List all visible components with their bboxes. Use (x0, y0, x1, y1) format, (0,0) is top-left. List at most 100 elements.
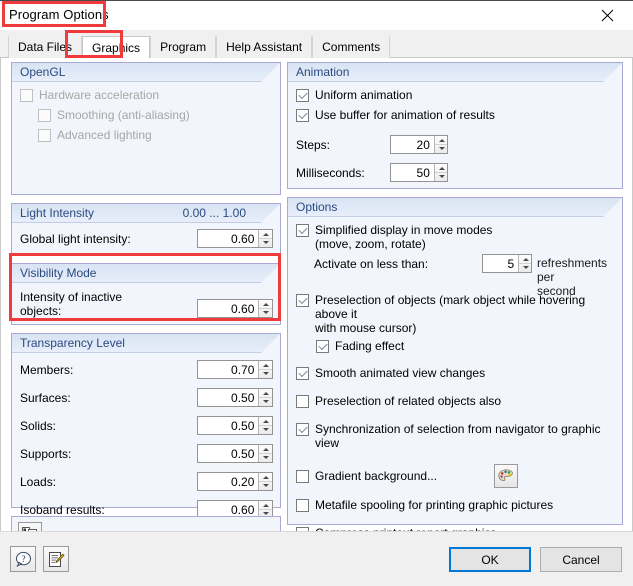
tab-help-assistant[interactable]: Help Assistant (216, 36, 313, 58)
spinner-value[interactable]: 50 (391, 164, 434, 181)
group-visibility-mode-title: Visibility Mode (20, 266, 97, 280)
gradient-background-color-button[interactable] (494, 464, 518, 488)
spinner-arrows[interactable] (258, 473, 272, 490)
activate-suffix: refreshments per second (537, 256, 614, 298)
spinner-up-icon[interactable] (259, 473, 272, 481)
edit-comment-button[interactable] (43, 546, 69, 572)
spinner-value[interactable]: 0.20 (198, 473, 258, 490)
group-visibility-mode: Visibility Mode Intensity of inactive ob… (11, 263, 281, 325)
spinner-arrows[interactable] (258, 300, 272, 317)
spinner-value[interactable]: 0.50 (198, 445, 258, 462)
checkbox-advanced-lighting[interactable]: Advanced lighting (38, 128, 272, 142)
close-button[interactable] (585, 1, 629, 30)
checkbox-preselection-related-objects[interactable]: Preselection of related objects also (296, 394, 614, 408)
group-options-header: Options (288, 198, 622, 217)
checkbox-metafile-spooling[interactable]: Metafile spooling for printing graphic p… (296, 498, 614, 512)
title-bar: Program Options (0, 0, 633, 30)
spinner-global-light-intensity[interactable]: 0.60 (197, 229, 273, 248)
spinner-arrows[interactable] (258, 230, 272, 247)
group-transparency-title: Transparency Level (20, 336, 125, 350)
spinner-up-icon[interactable] (519, 255, 531, 263)
spinner-up-icon[interactable] (435, 136, 447, 144)
checkbox-box (296, 499, 309, 512)
spinner-up-icon[interactable] (259, 230, 272, 238)
spinner-transparency-members[interactable]: 0.70 (197, 360, 273, 379)
spinner-arrows[interactable] (518, 255, 531, 272)
spinner-up-icon[interactable] (259, 389, 272, 397)
spinner-value[interactable]: 20 (391, 136, 434, 153)
spinner-value[interactable]: 0.50 (198, 417, 258, 434)
checkbox-box (296, 395, 309, 408)
tab-graphics[interactable]: Graphics (82, 36, 151, 59)
cancel-button[interactable]: Cancel (540, 547, 622, 572)
spinner-transparency-supports[interactable]: 0.50 (197, 444, 273, 463)
spinner-down-icon[interactable] (259, 481, 272, 490)
spinner-arrows[interactable] (258, 361, 272, 378)
checkbox-box (38, 109, 51, 122)
spinner-arrows[interactable] (258, 417, 272, 434)
checkbox-box (38, 129, 51, 142)
field-label: Intensity of inactive objects: (20, 290, 122, 318)
spinner-arrows[interactable] (258, 389, 272, 406)
spinner-down-icon[interactable] (434, 172, 447, 181)
spinner-down-icon[interactable] (259, 397, 272, 406)
tab-comments[interactable]: Comments (312, 36, 391, 58)
spinner-up-icon[interactable] (259, 501, 272, 509)
spinner-arrows[interactable] (258, 445, 272, 462)
spinner-down-icon[interactable] (259, 369, 272, 378)
checkbox-synchronization-of-selection[interactable]: Synchronization of selection from naviga… (296, 422, 614, 450)
checkbox-label: Gradient background... (315, 469, 438, 483)
checkbox-label: Smooth animated view changes (315, 366, 486, 380)
spinner-down-icon[interactable] (259, 425, 272, 434)
checkbox-smoothing[interactable]: Smoothing (anti-aliasing) (38, 108, 272, 122)
footer-button-group: OK Cancel (449, 547, 622, 572)
checkbox-smooth-animated-view-changes[interactable]: Smooth animated view changes (296, 366, 614, 380)
field-label: Global light intensity: (20, 231, 131, 246)
spinner-up-icon[interactable] (435, 164, 447, 172)
spinner-transparency-surfaces[interactable]: 0.50 (197, 388, 273, 407)
spinner-up-icon[interactable] (259, 445, 272, 453)
field-transparency-supports: Supports: 0.50 (20, 443, 273, 464)
group-options-title: Options (296, 200, 338, 214)
spinner-value[interactable]: 0.50 (198, 389, 258, 406)
group-animation: Animation Uniform animation Use buffer f… (287, 62, 623, 189)
checkbox-simplified-display[interactable]: Simplified display in move modes (move, … (296, 223, 614, 251)
spinner-activate-threshold[interactable]: 5 (482, 254, 532, 273)
spinner-down-icon[interactable] (519, 263, 531, 272)
spinner-arrows[interactable] (433, 164, 447, 181)
spinner-intensity-inactive-objects[interactable]: 0.60 (197, 299, 273, 318)
footer-icon-group: ? (10, 546, 69, 572)
spinner-value[interactable]: 0.60 (198, 230, 258, 247)
checkbox-fading-effect[interactable]: Fading effect (316, 339, 614, 353)
spinner-value[interactable]: 5 (483, 255, 518, 272)
checkbox-preselection-of-objects[interactable]: Preselection of objects (mark object whi… (296, 293, 614, 335)
spinner-transparency-solids[interactable]: 0.50 (197, 416, 273, 435)
help-button[interactable]: ? (10, 546, 36, 572)
spinner-value[interactable]: 0.60 (198, 300, 258, 317)
spinner-value[interactable]: 0.70 (198, 361, 258, 378)
checkbox-hardware-acceleration[interactable]: Hardware acceleration (20, 88, 272, 102)
spinner-up-icon[interactable] (259, 361, 272, 369)
spinner-down-icon[interactable] (259, 308, 272, 317)
spinner-transparency-loads[interactable]: 0.20 (197, 472, 273, 491)
svg-text:?: ? (21, 554, 25, 564)
tab-program[interactable]: Program (150, 36, 217, 58)
spinner-milliseconds[interactable]: 50 (390, 163, 448, 182)
spinner-down-icon[interactable] (259, 453, 272, 462)
checkbox-use-buffer-for-animation[interactable]: Use buffer for animation of results (296, 108, 614, 122)
spinner-up-icon[interactable] (259, 300, 272, 308)
spinner-down-icon[interactable] (434, 144, 447, 153)
spinner-up-icon[interactable] (259, 417, 272, 425)
ok-button[interactable]: OK (449, 547, 531, 572)
checkbox-uniform-animation[interactable]: Uniform animation (296, 88, 614, 102)
tab-data-files[interactable]: Data Files (8, 36, 83, 58)
help-question-icon: ? (15, 551, 31, 567)
field-label: Loads: (20, 474, 57, 489)
group-opengl-header: OpenGL (12, 63, 280, 82)
checkbox-box (296, 367, 309, 380)
checkbox-gradient-background[interactable]: Gradient background... (296, 464, 614, 488)
spinner-arrows[interactable] (433, 136, 447, 153)
tab-strip: Data Files Graphics Program Help Assista… (0, 30, 633, 59)
spinner-steps[interactable]: 20 (390, 135, 448, 154)
spinner-down-icon[interactable] (259, 238, 272, 247)
